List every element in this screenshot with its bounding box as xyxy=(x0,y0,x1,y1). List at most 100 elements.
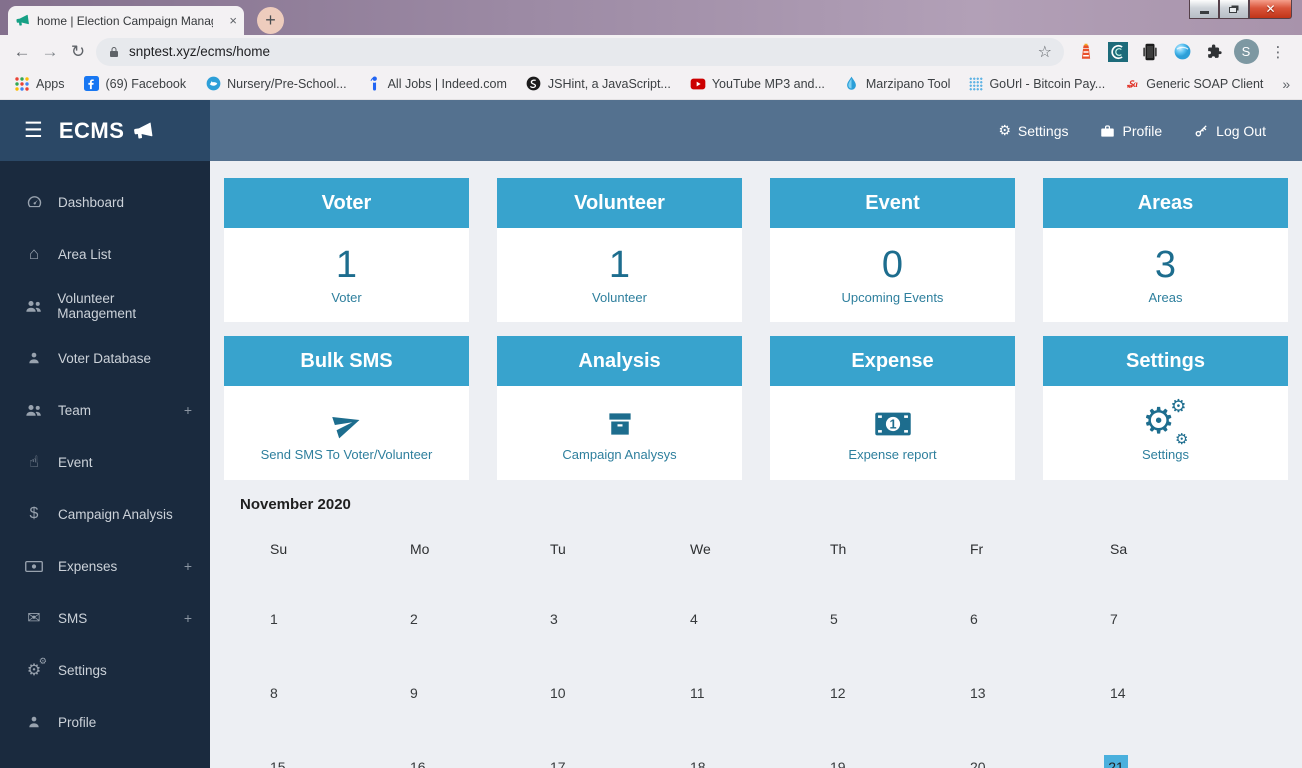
calendar-date-cell[interactable]: 4 xyxy=(660,611,800,627)
calendar-month-title: November 2020 xyxy=(240,496,351,513)
calendar-date-cell[interactable]: 16 xyxy=(380,759,520,768)
bookmark-jshint[interactable]: JSHint, a JavaScript... xyxy=(526,76,671,92)
calendar-date-cell[interactable]: 7 xyxy=(1080,611,1220,627)
restore-button[interactable] xyxy=(1219,0,1249,19)
minimize-button[interactable] xyxy=(1189,0,1219,19)
lighthouse-extension-icon[interactable] xyxy=(1073,39,1099,65)
card-expense[interactable]: Expense 1 Expense report xyxy=(770,336,1015,480)
card-event[interactable]: Event 0 Upcoming Events xyxy=(770,178,1015,322)
megaphone-icon xyxy=(134,122,153,138)
bookmark-youtube[interactable]: YouTube MP3 and... xyxy=(690,76,825,92)
archive-icon xyxy=(604,404,636,444)
restore-icon xyxy=(1229,7,1237,13)
nursery-icon xyxy=(205,76,221,92)
bookmark-soap[interactable]: ₷a Generic SOAP Client xyxy=(1124,76,1264,92)
sidebar-item-dashboard[interactable]: Dashboard xyxy=(0,176,210,228)
card-title: Expense xyxy=(770,336,1015,386)
sidebar-item-sms[interactable]: ✉ SMS + xyxy=(0,592,210,644)
header-profile[interactable]: Profile xyxy=(1100,123,1162,139)
calendar-date-cell[interactable]: 17 xyxy=(520,759,660,768)
calendar-date-cell[interactable]: 18 xyxy=(660,759,800,768)
calendar-date-cell[interactable]: 20 xyxy=(940,759,1080,768)
phone-frame-extension-icon[interactable] xyxy=(1137,39,1163,65)
card-areas[interactable]: Areas 3 Areas xyxy=(1043,178,1288,322)
card-settings[interactable]: Settings ⚙ ⚙ ⚙ Settings xyxy=(1043,336,1288,480)
card-label: Areas xyxy=(1148,289,1183,305)
wave-extension-icon[interactable] xyxy=(1105,39,1131,65)
calendar-date-cell[interactable]: 2 xyxy=(380,611,520,627)
browser-menu-icon[interactable]: ⋮ xyxy=(1265,39,1291,65)
sidebar-item-campaign-analysis[interactable]: $ Campaign Analysis xyxy=(0,488,210,540)
expand-plus-icon[interactable]: + xyxy=(184,558,192,574)
calendar-date-cell[interactable]: 14 xyxy=(1080,685,1220,701)
calendar-date-cell[interactable]: 8 xyxy=(240,685,380,701)
card-label: Campaign Analysys xyxy=(562,447,677,462)
sidebar-item-area-list[interactable]: ⌂ Area List xyxy=(0,228,210,280)
sidebar-item-expenses[interactable]: Expenses + xyxy=(0,540,210,592)
sidebar-label: Voter Database xyxy=(58,350,152,366)
calendar-date-cell-highlighted[interactable]: 21 xyxy=(1080,755,1220,768)
back-button[interactable]: ← xyxy=(8,38,36,66)
calendar-date-cell[interactable]: 5 xyxy=(800,611,940,627)
sidebar-item-volunteer-management[interactable]: Volunteer Management xyxy=(0,280,210,332)
calendar-date-cell[interactable]: 1 xyxy=(240,611,380,627)
sidebar-item-team[interactable]: Team + xyxy=(0,384,210,436)
calendar-date-cell[interactable]: 12 xyxy=(800,685,940,701)
facebook-icon xyxy=(84,76,100,92)
sidebar-item-event[interactable]: ☝ Event xyxy=(0,436,210,488)
card-title: Volunteer xyxy=(497,178,742,228)
bookmark-gourl[interactable]: GoUrl - Bitcoin Pay... xyxy=(969,76,1105,91)
brand-logo[interactable]: ECMS xyxy=(59,118,155,144)
bookmark-label: YouTube MP3 and... xyxy=(711,76,825,91)
calendar-date-cell[interactable]: 11 xyxy=(660,685,800,701)
header-settings[interactable]: ⚙ Settings xyxy=(998,122,1068,139)
marzipano-icon xyxy=(844,76,860,92)
card-voter[interactable]: Voter 1 Voter xyxy=(224,178,469,322)
sidebar-item-settings[interactable]: ⚙ ⚙ Settings xyxy=(0,644,210,696)
users-icon xyxy=(24,403,44,418)
card-label: Settings xyxy=(1142,447,1189,462)
bookmark-star-icon[interactable]: ☆ xyxy=(1038,42,1052,62)
calendar-date-cell[interactable]: 9 xyxy=(380,685,520,701)
calendar-date-cell[interactable]: 6 xyxy=(940,611,1080,627)
calendar-date-cell[interactable]: 10 xyxy=(520,685,660,701)
header-logout[interactable]: Log Out xyxy=(1194,123,1266,139)
hamburger-menu-icon[interactable]: ☰ xyxy=(24,118,43,143)
bookmark-indeed[interactable]: All Jobs | Indeed.com xyxy=(366,76,507,92)
gears-icon: ⚙ ⚙ xyxy=(26,656,47,679)
browser-tab[interactable]: home | Election Campaign Manag × xyxy=(8,6,244,35)
tab-strip: home | Election Campaign Manag × + ✕ xyxy=(0,0,1302,35)
card-bulk-sms[interactable]: Bulk SMS Send SMS To Voter/Volunteer xyxy=(224,336,469,480)
sphere-extension-icon[interactable] xyxy=(1169,39,1195,65)
users-icon xyxy=(24,299,43,314)
calendar-date-cell[interactable]: 15 xyxy=(240,759,380,768)
puzzle-extensions-icon[interactable] xyxy=(1201,39,1227,65)
bookmark-marzipano[interactable]: Marzipano Tool xyxy=(844,76,950,92)
card-analysis[interactable]: Analysis Campaign Analysys xyxy=(497,336,742,480)
tab-close-icon[interactable]: × xyxy=(229,13,237,28)
card-volunteer[interactable]: Volunteer 1 Volunteer xyxy=(497,178,742,322)
forward-button[interactable]: → xyxy=(36,38,64,66)
reload-button[interactable]: ↻ xyxy=(64,38,92,66)
address-bar[interactable]: snptest.xyz/ecms/home ☆ xyxy=(96,37,1064,66)
bookmark-apps[interactable]: Apps xyxy=(14,76,65,92)
profile-avatar[interactable]: S xyxy=(1233,39,1259,65)
calendar-date-cell[interactable]: 19 xyxy=(800,759,940,768)
sidebar-item-voter-database[interactable]: Voter Database xyxy=(0,332,210,384)
expand-plus-icon[interactable]: + xyxy=(184,402,192,418)
calendar: November 2020 Su Mo Tu We Th Fr Sa 1 2 3… xyxy=(240,496,1288,768)
sidebar-item-profile[interactable]: Profile xyxy=(0,696,210,748)
weekday-row: Su Mo Tu We Th Fr Sa xyxy=(240,516,1288,582)
bookmark-facebook[interactable]: (69) Facebook xyxy=(84,76,186,92)
highlighted-date[interactable]: 21 xyxy=(1104,755,1128,768)
close-icon: ✕ xyxy=(1265,2,1276,16)
bookmarks-overflow-icon[interactable]: » xyxy=(1282,76,1290,92)
calendar-date-cell[interactable]: 13 xyxy=(940,685,1080,701)
expand-plus-icon[interactable]: + xyxy=(184,610,192,626)
bookmark-nursery[interactable]: Nursery/Pre-School... xyxy=(205,76,347,92)
sidebar-label: SMS xyxy=(58,610,88,626)
calendar-date-cell[interactable]: 3 xyxy=(520,611,660,627)
new-tab-button[interactable]: + xyxy=(257,7,284,34)
areas-count: 3 xyxy=(1154,244,1177,287)
close-button[interactable]: ✕ xyxy=(1249,0,1292,19)
